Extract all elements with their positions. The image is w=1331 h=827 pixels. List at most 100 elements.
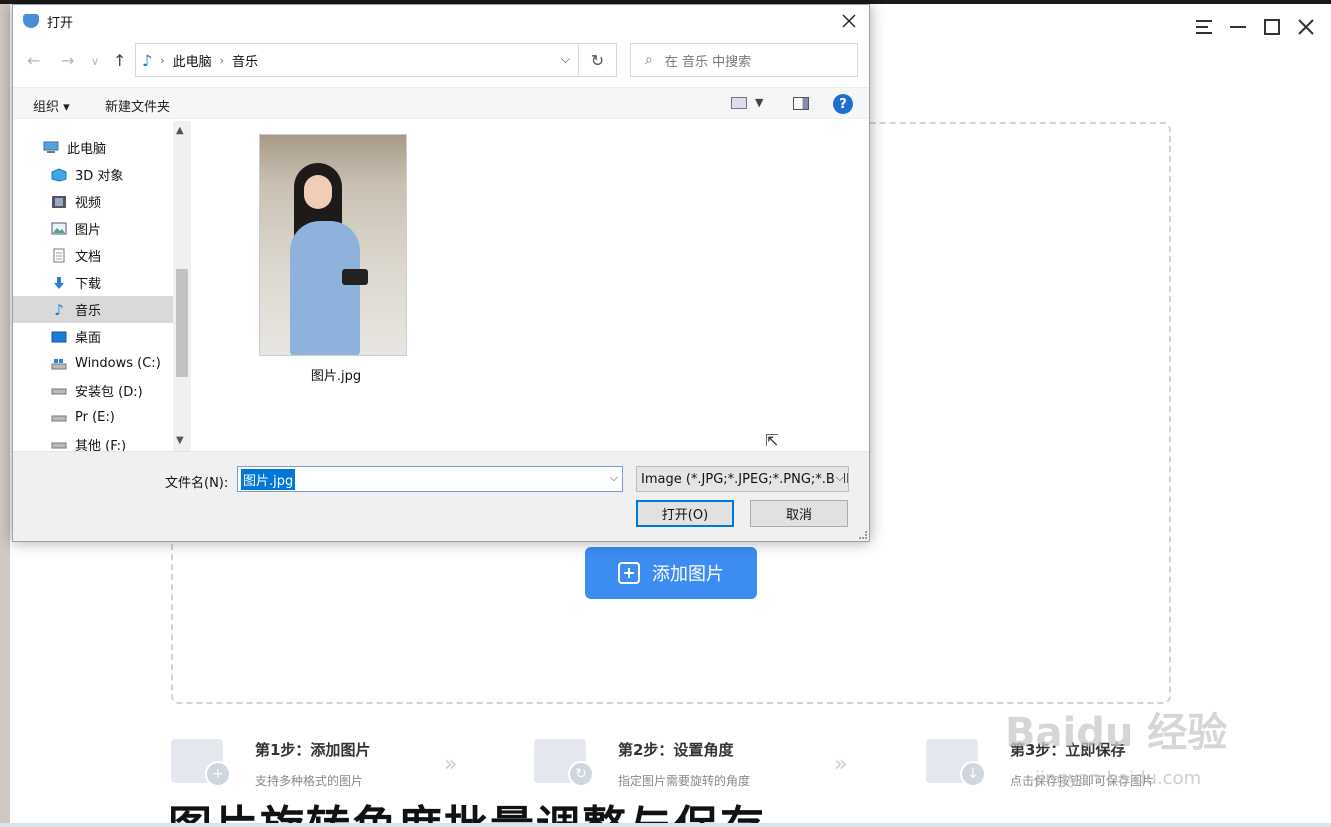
help-icon[interactable]: ? — [833, 94, 853, 114]
sidebar-item-label: Windows (C:) — [75, 356, 161, 371]
search-placeholder: 在 音乐 中搜索 — [664, 54, 752, 70]
navigation-pane-scrollbar[interactable]: ▲ ▼ — [173, 121, 191, 451]
resize-grip-icon[interactable] — [859, 531, 867, 539]
step-1-title: 第1步：添加图片 — [255, 741, 371, 759]
up-arrow-icon[interactable]: ↑ — [113, 51, 126, 70]
cancel-button[interactable]: 取消 — [750, 500, 848, 527]
baidu-watermark-url: jingyan.baidu.com — [1035, 768, 1202, 789]
scroll-down-arrow-icon[interactable]: ▼ — [176, 435, 184, 446]
refresh-icon[interactable]: ↻ — [579, 43, 617, 77]
sidebar-item-label: 下载 — [75, 277, 102, 292]
image-add-icon: + — [171, 735, 233, 787]
sidebar-item-3d-objects[interactable]: 3D 对象 — [13, 161, 173, 188]
sidebar-item-drive-c[interactable]: Windows (C:) — [13, 350, 173, 377]
menu-icon[interactable] — [1193, 14, 1215, 40]
search-icon: ⌕ — [645, 52, 653, 68]
step-2: ↻ 第2步：设置角度 指定图片需要旋转的角度 — [534, 735, 750, 789]
step-1: + 第1步：添加图片 支持多种格式的图片 — [171, 735, 370, 789]
sidebar-item-music[interactable]: ♪ 音乐 — [13, 296, 173, 323]
chevron-right-icon: » — [444, 752, 458, 777]
sidebar-item-desktop[interactable]: 桌面 — [13, 323, 173, 350]
sidebar-item-label: 图片 — [75, 223, 102, 238]
sidebar-item-label: 3D 对象 — [75, 169, 124, 184]
desktop-icon — [51, 330, 67, 344]
drive-icon — [51, 411, 67, 425]
image-rotate-icon: ↻ — [534, 735, 596, 787]
sidebar-item-label: 桌面 — [75, 331, 102, 346]
scroll-up-arrow-icon[interactable]: ▲ — [176, 125, 184, 136]
dialog-title: 打开 — [47, 15, 74, 31]
windows-drive-icon — [51, 357, 67, 371]
drive-icon — [51, 384, 67, 398]
navigation-pane: 此电脑 3D 对象 视频 图片 文档 下载 ♪ 音乐 桌面 Windows (C… — [13, 121, 191, 451]
navigation-bar: ← → ∨ ↑ ♪ › 此电脑 › 音乐 ⌵ ↻ ⌕ 在 音乐 中搜索 — [13, 43, 869, 79]
new-folder-button[interactable]: 新建文件夹 — [105, 96, 170, 115]
sidebar-item-drive-f[interactable]: 其他 (F:) — [13, 431, 173, 451]
sidebar-item-drive-d[interactable]: 安装包 (D:) — [13, 377, 173, 404]
scrollbar-thumb[interactable] — [176, 269, 188, 377]
drive-icon — [51, 438, 67, 452]
step-2-title: 第2步：设置角度 — [618, 741, 734, 759]
sidebar-item-label: 文档 — [75, 250, 102, 265]
recent-locations-chevron-icon[interactable]: ∨ — [91, 55, 99, 68]
sidebar-item-label: 视频 — [75, 196, 102, 211]
close-icon[interactable] — [1295, 14, 1317, 40]
file-list-view: 图片.jpg ⇱ — [191, 121, 869, 451]
chevron-down-icon[interactable]: ⌵ — [610, 471, 618, 485]
maximize-icon[interactable] — [1261, 14, 1283, 40]
chevron-down-icon[interactable]: ⌵ — [561, 52, 570, 67]
breadcrumb-music[interactable]: 音乐 — [232, 51, 258, 70]
sidebar-item-label: 安装包 (D:) — [75, 385, 143, 400]
sidebar-item-label: 此电脑 — [67, 142, 107, 157]
large-icons-view-icon — [731, 96, 747, 109]
file-type-value: Image (*.JPG;*.JPEG;*.PNG;*.BMP) — [641, 471, 849, 487]
picture-icon — [51, 222, 67, 236]
minimize-icon[interactable] — [1227, 14, 1249, 40]
file-item-name[interactable]: 图片.jpg — [259, 365, 413, 384]
filename-input[interactable]: 图片.jpg ⌵ — [237, 466, 623, 492]
open-button[interactable]: 打开(O) — [636, 500, 734, 527]
download-icon — [51, 276, 67, 290]
sidebar-item-pictures[interactable]: 图片 — [13, 215, 173, 242]
chevron-down-icon: ⌵ — [833, 471, 844, 485]
forward-arrow-icon[interactable]: → — [61, 51, 74, 70]
app-icon — [23, 14, 39, 28]
dialog-toolbar: 组织 ▾ 新建文件夹 ▼ ? — [13, 87, 869, 119]
background-left-edge — [0, 4, 10, 827]
breadcrumb-this-pc[interactable]: 此电脑 — [173, 51, 212, 70]
address-bar[interactable]: ♪ › 此电脑 › 音乐 ⌵ — [135, 43, 579, 77]
view-options-button[interactable]: ▼ — [731, 96, 763, 109]
plus-icon — [618, 562, 640, 584]
organize-menu-button[interactable]: 组织 ▾ — [33, 96, 70, 115]
chevron-down-icon: ▼ — [755, 96, 764, 109]
chevron-right-icon: » — [834, 752, 848, 777]
filename-value: 图片.jpg — [241, 468, 296, 490]
file-thumbnail-photo[interactable] — [259, 134, 407, 356]
sidebar-item-this-pc[interactable]: 此电脑 — [13, 134, 173, 161]
add-image-label: 添加图片 — [652, 564, 724, 585]
dialog-title-bar: 打开 — [13, 5, 869, 37]
sidebar-item-label: Pr (E:) — [75, 410, 115, 425]
preview-pane-icon[interactable] — [793, 97, 809, 110]
breadcrumb-separator-icon: › — [160, 53, 165, 67]
sidebar-item-label: 音乐 — [75, 304, 102, 319]
background-bottom-strip — [0, 823, 1331, 827]
filename-label: 文件名(N): — [165, 476, 229, 491]
baidu-watermark: Baidu 经验 — [1005, 710, 1228, 756]
computer-icon — [43, 141, 59, 155]
open-file-dialog: 打开 ← → ∨ ↑ ♪ › 此电脑 › 音乐 ⌵ ↻ ⌕ 在 音乐 中搜索 组… — [12, 4, 870, 542]
back-arrow-icon[interactable]: ← — [27, 51, 40, 70]
document-icon — [51, 248, 67, 263]
sidebar-item-downloads[interactable]: 下载 — [13, 269, 173, 296]
window-controls — [1193, 14, 1317, 40]
add-image-button[interactable]: 添加图片 — [585, 547, 757, 599]
file-type-select[interactable]: Image (*.JPG;*.JPEG;*.PNG;*.BMP) ⌵ — [636, 466, 849, 492]
step-2-desc: 指定图片需要旋转的角度 — [618, 774, 751, 788]
save-download-icon: ↓ — [926, 735, 988, 787]
search-input[interactable]: ⌕ 在 音乐 中搜索 — [630, 43, 858, 77]
sidebar-item-videos[interactable]: 视频 — [13, 188, 173, 215]
cube-3d-icon — [51, 167, 67, 182]
sidebar-item-drive-e[interactable]: Pr (E:) — [13, 404, 173, 431]
sidebar-item-documents[interactable]: 文档 — [13, 242, 173, 269]
dialog-close-icon[interactable] — [839, 11, 859, 31]
